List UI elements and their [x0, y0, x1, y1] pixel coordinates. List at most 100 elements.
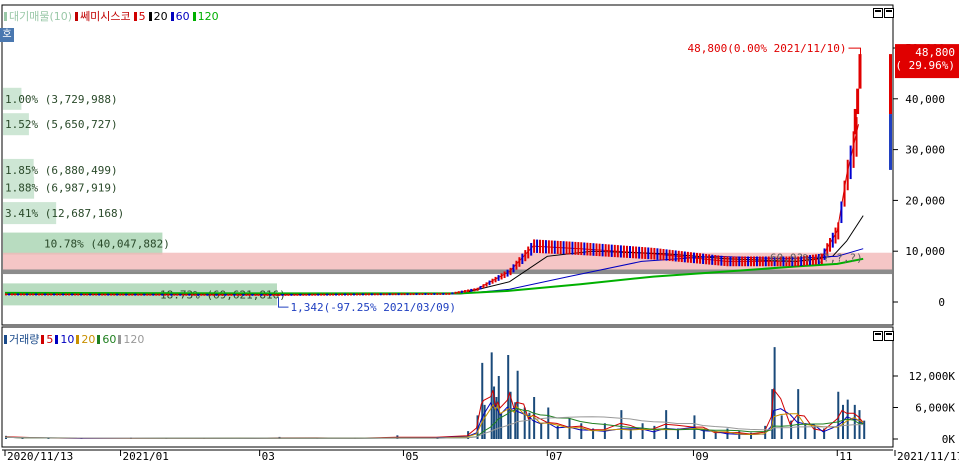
- price-panel-maximize-button[interactable]: [884, 8, 894, 18]
- candle: [400, 293, 403, 296]
- legend-label: 대기매물(10): [9, 10, 73, 23]
- candle: [122, 293, 125, 296]
- candle: [448, 292, 451, 295]
- volume-bar: [804, 423, 807, 439]
- candle: [644, 247, 647, 259]
- volume-bar: [780, 415, 783, 439]
- candle: [665, 249, 668, 261]
- candle: [212, 293, 215, 296]
- candle: [47, 293, 50, 296]
- candle: [711, 254, 714, 265]
- candle: [179, 293, 182, 296]
- candle: [77, 293, 80, 296]
- candle: [158, 293, 161, 296]
- candle: [236, 293, 239, 296]
- candle: [497, 275, 500, 281]
- volume-bar: [540, 423, 543, 439]
- volume-bar: [773, 347, 776, 439]
- candle: [185, 293, 188, 296]
- candle: [308, 293, 311, 296]
- candle: [607, 244, 610, 257]
- current-price-value: 48,800: [915, 46, 955, 59]
- candle: [263, 293, 266, 296]
- candle: [595, 243, 598, 256]
- candle: [83, 293, 86, 296]
- candle: [714, 255, 717, 266]
- legend-swatch: [170, 12, 174, 21]
- y-tick-label: 30,000: [905, 144, 945, 157]
- volume-bar: [853, 404, 856, 439]
- candle: [287, 293, 290, 296]
- candle: [74, 293, 77, 296]
- candle: [335, 293, 338, 296]
- candle: [433, 292, 436, 295]
- volume-y-label: 0K: [942, 433, 956, 446]
- candle: [32, 293, 35, 296]
- candle: [571, 241, 574, 255]
- legend-swatch: [75, 12, 79, 21]
- volume-bar: [568, 418, 571, 439]
- candle: [311, 293, 314, 296]
- candle: [840, 201, 843, 224]
- legend-label: 쎄미시스코: [80, 10, 131, 23]
- candle: [59, 293, 62, 296]
- x-tick-label: 2021/01: [123, 450, 169, 462]
- candle: [583, 242, 586, 256]
- candle: [128, 293, 131, 296]
- candle: [834, 227, 837, 244]
- candle: [352, 293, 355, 296]
- candle: [329, 293, 332, 296]
- x-tick-label: 09: [695, 450, 708, 462]
- y-tick-label: 40,000: [905, 93, 945, 106]
- candle: [559, 241, 562, 255]
- legend-label: 120: [197, 10, 219, 23]
- candle: [491, 278, 494, 284]
- candle: [656, 248, 659, 260]
- price-panel-minimize-button[interactable]: [873, 8, 883, 18]
- candle: [341, 293, 344, 296]
- band-note: 60,0?% (?,?,?): [770, 251, 863, 264]
- legend-label: 20: [153, 10, 168, 23]
- volume-panel-minimize-button[interactable]: [873, 331, 883, 341]
- candle: [488, 280, 491, 286]
- side-button[interactable]: 호: [0, 28, 14, 42]
- candle: [167, 293, 170, 296]
- candle: [320, 293, 323, 296]
- candle: [445, 292, 448, 295]
- candle: [755, 256, 758, 267]
- candle: [35, 293, 38, 296]
- candle: [708, 254, 711, 265]
- candle: [86, 293, 89, 296]
- candle: [598, 243, 601, 257]
- volume-y-label: 12,000K: [909, 370, 956, 383]
- candle: [622, 245, 625, 258]
- candle: [152, 293, 155, 296]
- candle: [230, 293, 233, 296]
- volume-profile-label: 10.78% (40,047,882): [44, 238, 170, 251]
- candle: [385, 293, 388, 296]
- candle: [589, 242, 592, 256]
- candle: [530, 242, 533, 256]
- candle: [314, 293, 317, 296]
- candle: [5, 293, 7, 296]
- candle: [424, 293, 427, 296]
- candle: [427, 292, 430, 295]
- candle: [137, 293, 140, 296]
- candle: [116, 293, 119, 296]
- candle: [382, 293, 385, 296]
- volume-panel-maximize-button[interactable]: [884, 331, 894, 341]
- candle: [251, 293, 254, 296]
- candle: [349, 293, 352, 296]
- candle: [191, 293, 194, 296]
- candle: [119, 293, 122, 296]
- candle: [846, 159, 849, 191]
- volume-profile-label: 1.88% (6,987,919): [5, 182, 118, 195]
- candle: [702, 253, 705, 265]
- candle: [512, 264, 515, 273]
- x-tick-label: 11: [839, 450, 852, 462]
- candle: [409, 293, 412, 296]
- candle: [544, 240, 547, 254]
- candle: [239, 293, 242, 296]
- candle: [140, 293, 143, 296]
- y-tick-label: 0: [938, 296, 945, 309]
